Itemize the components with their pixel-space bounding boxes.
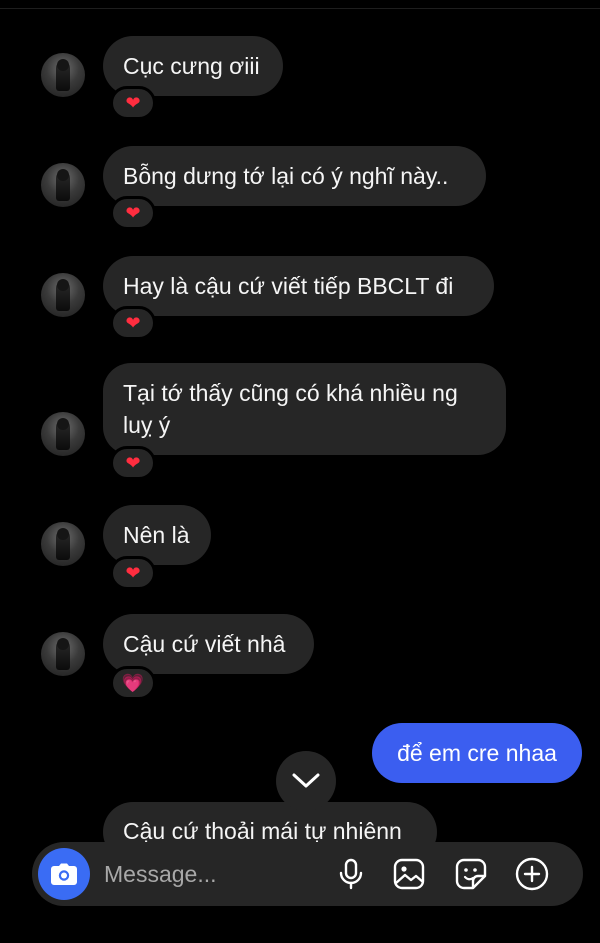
heart-icon: ❤: [125, 313, 141, 333]
camera-button[interactable]: [38, 848, 90, 900]
pink-heart-icon: 💗: [121, 673, 145, 693]
microphone-button[interactable]: [332, 855, 370, 893]
message-bubble-3[interactable]: Hay là cậu cứ viết tiếp BBCLT đi: [103, 256, 494, 316]
top-divider: [0, 8, 600, 9]
scroll-to-bottom-button[interactable]: [276, 751, 336, 811]
heart-icon: ❤: [125, 563, 141, 583]
message-text: Cậu cứ viết nhâ: [123, 631, 286, 657]
message-text: Cậu cứ thoải mái tự nhiênn: [123, 818, 402, 844]
avatar[interactable]: [41, 273, 85, 317]
heart-icon: ❤: [125, 93, 141, 113]
avatar[interactable]: [41, 412, 85, 456]
message-text: Hay là cậu cứ viết tiếp BBCLT đi: [123, 273, 454, 299]
reaction-badge[interactable]: ❤: [110, 86, 156, 120]
reaction-badge[interactable]: 💗: [110, 666, 156, 700]
sent-message-bubble[interactable]: để em cre nhaa: [372, 723, 582, 783]
gallery-icon: [393, 858, 425, 890]
message-bubble-4[interactable]: Tại tớ thấy cũng có khá nhiều ng luỵ ý: [103, 363, 506, 455]
avatar[interactable]: [41, 632, 85, 676]
heart-icon: ❤: [125, 203, 141, 223]
microphone-icon: [339, 858, 363, 890]
camera-icon: [51, 863, 77, 885]
message-composer: [32, 842, 583, 906]
more-options-button[interactable]: [513, 855, 551, 893]
reaction-badge[interactable]: ❤: [110, 196, 156, 230]
avatar[interactable]: [41, 522, 85, 566]
reaction-badge[interactable]: ❤: [110, 556, 156, 590]
message-input[interactable]: [104, 856, 334, 892]
message-text: Tại tớ thấy cũng có khá nhiều ng luỵ ý: [123, 380, 458, 438]
message-text: Nên là: [123, 522, 190, 548]
message-text: để em cre nhaa: [397, 739, 557, 766]
message-text: Bỗng dưng tớ lại có ý nghĩ này..: [123, 163, 449, 189]
sticker-icon: [455, 858, 487, 890]
plus-icon: [515, 857, 549, 891]
sticker-button[interactable]: [452, 855, 490, 893]
message-bubble-6[interactable]: Cậu cứ viết nhâ: [103, 614, 314, 674]
message-bubble-5[interactable]: Nên là: [103, 505, 211, 565]
reaction-badge[interactable]: ❤: [110, 446, 156, 480]
chevron-down-icon: [292, 773, 320, 788]
reaction-badge[interactable]: ❤: [110, 306, 156, 340]
message-text: Cục cưng ơiii: [123, 53, 260, 79]
gallery-button[interactable]: [390, 855, 428, 893]
heart-icon: ❤: [125, 453, 141, 473]
avatar[interactable]: [41, 163, 85, 207]
message-bubble-2[interactable]: Bỗng dưng tớ lại có ý nghĩ này..: [103, 146, 486, 206]
avatar[interactable]: [41, 53, 85, 97]
